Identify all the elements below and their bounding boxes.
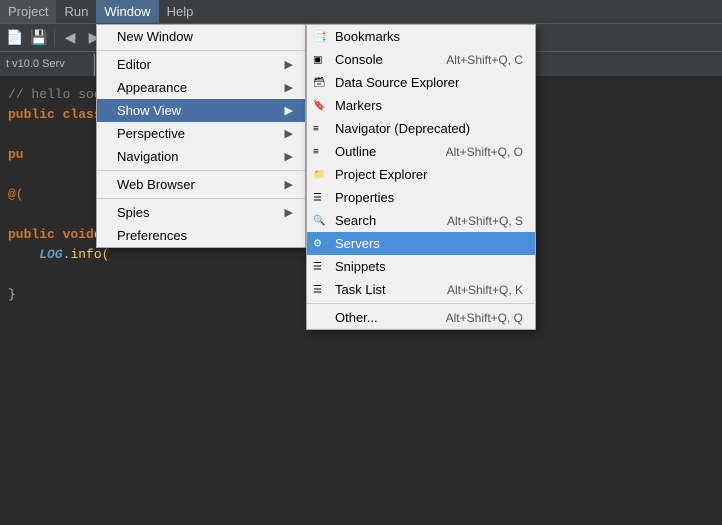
menu-label-outline: Outline [335, 144, 376, 159]
console-shortcut: Alt+Shift+Q, C [446, 53, 523, 67]
menu-item-editor[interactable]: Editor ▶ [97, 53, 305, 76]
menu-label-markers: Markers [335, 98, 382, 113]
other-shortcut: Alt+Shift+Q, Q [446, 311, 523, 325]
console-icon: ▣ [313, 54, 322, 65]
search-icon: 🔍 [313, 215, 325, 226]
snippets-icon: ☰ [313, 261, 322, 272]
at-symbol: @( [8, 187, 24, 202]
log-method: info( [70, 247, 109, 262]
showview-separator [307, 303, 535, 304]
menu-label-snippets: Snippets [335, 259, 386, 274]
submenu-arrow-appearance: ▶ [285, 81, 293, 94]
submenu-arrow-perspective: ▶ [285, 127, 293, 140]
menu-item-appearance[interactable]: Appearance ▶ [97, 76, 305, 99]
submenu-arrow-show-view: ▶ [285, 104, 293, 117]
menu-item-data-source[interactable]: 🗃 Data Source Explorer [307, 71, 535, 94]
menu-label-web-browser: Web Browser [117, 177, 195, 192]
menu-label-perspective: Perspective [117, 126, 185, 141]
menu-item-servers[interactable]: ⚙ Servers [307, 232, 535, 255]
submenu-arrow-web-browser: ▶ [285, 178, 293, 191]
menu-label-preferences: Preferences [117, 228, 187, 243]
keyword-public2: pu [8, 147, 24, 162]
menu-label-servers: Servers [335, 236, 380, 251]
menu-separator-1 [97, 50, 305, 51]
back-icon[interactable]: ◀ [59, 27, 81, 49]
outline-icon: ≡ [313, 146, 319, 157]
submenu-arrow-navigation: ▶ [285, 150, 293, 163]
menu-item-outline[interactable]: ≡ Outline Alt+Shift+Q, O [307, 140, 535, 163]
data-source-icon: 🗃 [313, 77, 326, 88]
menu-label-other: Other... [335, 310, 378, 325]
menu-label-navigator: Navigator (Deprecated) [335, 121, 470, 136]
menubar-item-window[interactable]: Window [96, 0, 158, 23]
menu-item-bookmarks[interactable]: 📑 Bookmarks [307, 25, 535, 48]
servers-icon: ⚙ [313, 238, 322, 249]
menu-label-bookmarks: Bookmarks [335, 29, 400, 44]
task-list-shortcut: Alt+Shift+Q, K [447, 283, 523, 297]
log-class: LOG [39, 247, 62, 262]
menu-label-new-window: New Window [117, 29, 193, 44]
menu-item-task-list[interactable]: ☰ Task List Alt+Shift+Q, K [307, 278, 535, 301]
window-menu-dropdown: New Window Editor ▶ Appearance ▶ Show Vi… [96, 24, 306, 248]
outline-shortcut: Alt+Shift+Q, O [446, 145, 523, 159]
version-label: t v10.0 Serv [6, 58, 65, 70]
menu-item-navigator[interactable]: ≡ Navigator (Deprecated) [307, 117, 535, 140]
menu-item-preferences[interactable]: Preferences [97, 224, 305, 247]
menu-item-new-window[interactable]: New Window [97, 25, 305, 48]
toolbar-separator [54, 29, 55, 47]
project-explorer-icon: 📁 [313, 169, 325, 180]
menu-item-other[interactable]: Other... Alt+Shift+Q, Q [307, 306, 535, 329]
showview-menu-dropdown: 📑 Bookmarks ▣ Console Alt+Shift+Q, C 🗃 D… [306, 24, 536, 330]
menu-label-console: Console [335, 52, 383, 67]
menu-item-properties[interactable]: ☰ Properties [307, 186, 535, 209]
keyword-method: public void [8, 227, 94, 242]
keyword-public: public class [8, 107, 102, 122]
menu-item-console[interactable]: ▣ Console Alt+Shift+Q, C [307, 48, 535, 71]
save-icon[interactable]: 💾 [28, 27, 50, 49]
menu-item-navigation[interactable]: Navigation ▶ [97, 145, 305, 168]
menu-label-project-explorer: Project Explorer [335, 167, 427, 182]
menu-label-data-source: Data Source Explorer [335, 75, 459, 90]
menu-separator-3 [97, 198, 305, 199]
bookmarks-icon: 📑 [313, 30, 327, 43]
search-shortcut: Alt+Shift+Q, S [447, 214, 523, 228]
status-version: t v10.0 Serv [0, 52, 94, 76]
menu-label-task-list: Task List [335, 282, 386, 297]
menu-item-search[interactable]: 🔍 Search Alt+Shift+Q, S [307, 209, 535, 232]
navigator-icon: ≡ [313, 123, 319, 134]
menu-item-spies[interactable]: Spies ▶ [97, 201, 305, 224]
submenu-arrow-spies: ▶ [285, 206, 293, 219]
close-brace: } [8, 287, 16, 302]
menu-item-show-view[interactable]: Show View ▶ [97, 99, 305, 122]
menu-label-show-view: Show View [117, 103, 181, 118]
menubar: Project Run Window Help [0, 0, 722, 24]
menubar-item-run[interactable]: Run [56, 0, 96, 23]
menu-item-snippets[interactable]: ☰ Snippets [307, 255, 535, 278]
properties-icon: ☰ [313, 192, 322, 203]
menu-item-project-explorer[interactable]: 📁 Project Explorer [307, 163, 535, 186]
menu-item-markers[interactable]: 🔖 Markers [307, 94, 535, 117]
menu-separator-2 [97, 170, 305, 171]
menu-label-appearance: Appearance [117, 80, 187, 95]
task-list-icon: ☰ [313, 284, 322, 295]
menu-label-navigation: Navigation [117, 149, 178, 164]
menubar-item-project[interactable]: Project [0, 0, 56, 23]
menu-item-web-browser[interactable]: Web Browser ▶ [97, 173, 305, 196]
menu-label-spies: Spies [117, 205, 150, 220]
new-icon[interactable]: 📄 [4, 27, 26, 49]
menu-label-editor: Editor [117, 57, 151, 72]
menu-label-search: Search [335, 213, 376, 228]
menubar-item-help[interactable]: Help [159, 0, 202, 23]
submenu-arrow-editor: ▶ [285, 58, 293, 71]
markers-icon: 🔖 [313, 100, 325, 111]
menu-item-perspective[interactable]: Perspective ▶ [97, 122, 305, 145]
dot: . [63, 247, 71, 262]
menu-label-properties: Properties [335, 190, 394, 205]
